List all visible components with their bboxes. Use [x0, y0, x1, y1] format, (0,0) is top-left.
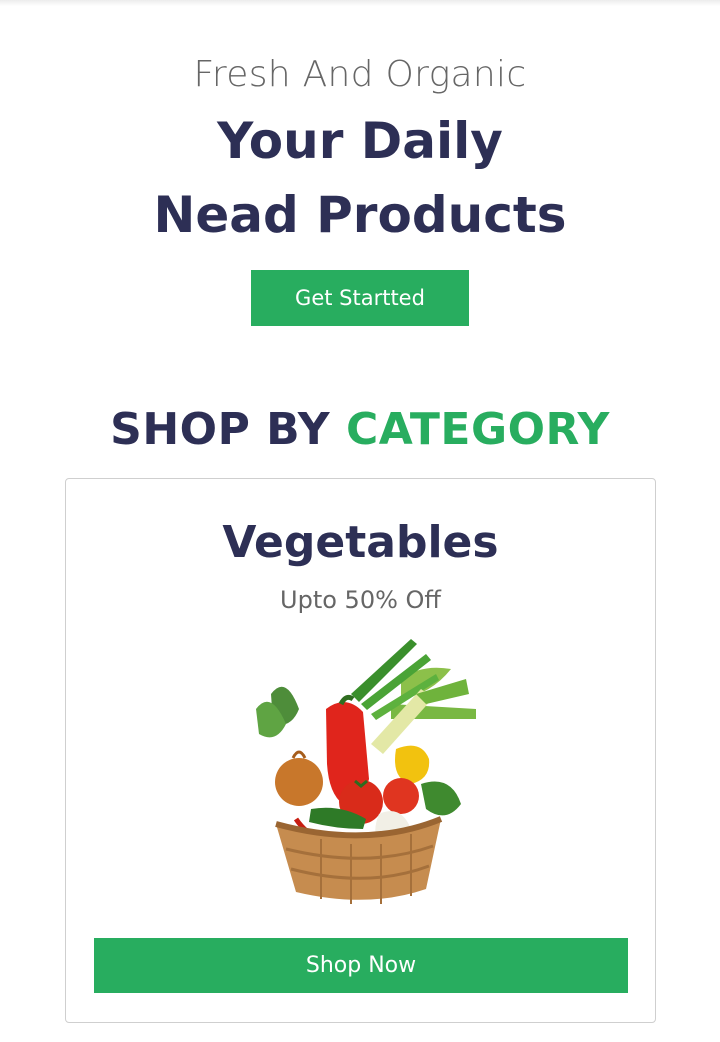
category-card-title: Vegetables — [222, 517, 499, 568]
top-shadow — [0, 0, 720, 6]
shop-now-button[interactable]: Shop Now — [94, 938, 628, 993]
section-heading-part2: CATEGORY — [345, 404, 610, 455]
hero-title-text: Your Daily Nead Products — [153, 112, 567, 244]
category-card-discount: Upto 50% Off — [280, 586, 441, 614]
vegetable-basket-image — [256, 639, 476, 904]
hero-subtitle: Fresh And Organic — [193, 54, 527, 95]
hero-section: Fresh And Organic Your Daily Nead Produc… — [0, 52, 720, 326]
get-started-button[interactable]: Get Startted — [251, 270, 469, 326]
hero-title: Your Daily Nead Products — [0, 104, 720, 252]
section-heading-part1: SHOP BY — [110, 404, 331, 455]
category-card-vegetables: Vegetables Upto 50% Off Shop Now — [65, 478, 656, 1023]
section-heading: SHOP BY CATEGORY — [0, 398, 720, 462]
